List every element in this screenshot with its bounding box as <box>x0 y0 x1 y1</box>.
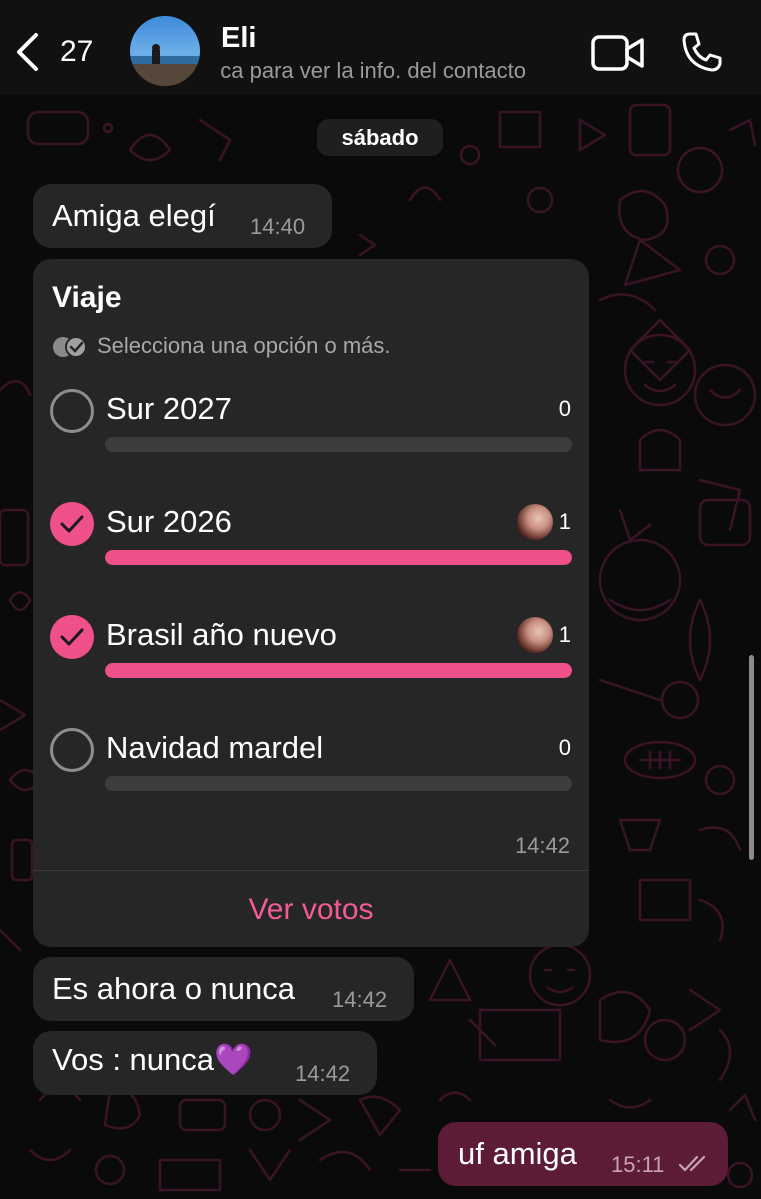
poll-option-radio-checked[interactable] <box>50 502 94 546</box>
poll-option-label: Sur 2026 <box>106 504 232 539</box>
avatar-photo <box>130 44 200 86</box>
poll-option-radio[interactable] <box>50 389 94 433</box>
message-text: uf amiga <box>458 1136 577 1171</box>
phone-icon <box>682 32 722 72</box>
message-text: Es ahora o nunca <box>52 971 296 1006</box>
outgoing-message[interactable]: uf amiga 15:11 <box>438 1122 728 1186</box>
checkmark-icon <box>60 628 84 646</box>
poll-message: Viaje Selecciona una opción o más. Sur 2… <box>33 259 589 947</box>
message-time: 14:42 <box>332 987 388 1012</box>
double-check-icon <box>678 1155 706 1172</box>
poll-hint: Selecciona una opción o más. <box>97 333 391 358</box>
poll-option[interactable]: Brasil año nuevo 1 <box>33 615 589 705</box>
voter-avatar <box>515 615 555 655</box>
voice-call-button[interactable] <box>680 30 724 74</box>
chat-screen: 27 Eli Toca para ver la info. del contac… <box>0 0 761 1199</box>
contact-subtitle[interactable]: Toca para ver la info. del contacto <box>221 58 526 84</box>
contact-name[interactable]: Eli <box>221 22 256 55</box>
poll-option-bar <box>105 437 572 452</box>
poll-option-label: Navidad mardel <box>106 730 324 765</box>
contact-avatar[interactable] <box>130 16 200 86</box>
poll-option-bar-fill <box>105 550 572 565</box>
message-time: 14:40 <box>250 214 306 239</box>
poll-option-label: Sur 2027 <box>106 391 232 426</box>
poll-option-count: 0 <box>558 735 571 760</box>
poll-option-count: 0 <box>558 396 571 421</box>
poll-option-label: Brasil año nuevo <box>106 617 337 652</box>
chevron-left-icon <box>17 33 38 71</box>
poll-option-radio-checked[interactable] <box>50 615 94 659</box>
message-time: 14:42 <box>295 1061 351 1086</box>
poll-option[interactable]: Sur 2027 0 <box>33 389 589 479</box>
poll-option[interactable]: Navidad mardel 0 <box>33 728 589 818</box>
message-text: Amiga elegí <box>52 198 216 233</box>
view-votes-button[interactable]: Ver votos <box>33 893 589 927</box>
poll-option-count: 1 <box>558 622 571 647</box>
incoming-message[interactable]: Es ahora o nunca 14:42 <box>33 957 414 1021</box>
poll-time: 14:42 <box>514 833 570 858</box>
checkmark-icon <box>60 515 84 533</box>
message-text: Vos : nunca💜 <box>52 1042 253 1077</box>
contact-subtitle-text: Toca para ver la info. del contacto <box>221 58 526 83</box>
date-separator: sábado <box>317 119 443 156</box>
video-call-button[interactable] <box>590 33 646 73</box>
message-time: 15:11 <box>611 1152 665 1177</box>
double-check-circle-icon <box>53 336 87 358</box>
incoming-message[interactable]: Vos : nunca💜 14:42 <box>33 1031 377 1095</box>
chat-header: 27 Eli Toca para ver la info. del contac… <box>0 0 761 95</box>
poll-option-bar <box>105 550 572 565</box>
poll-option-radio[interactable] <box>50 728 94 772</box>
poll-option-bar <box>105 776 572 791</box>
voter-avatar <box>515 502 555 542</box>
poll-title: Viaje <box>52 281 122 314</box>
unread-count: 27 <box>60 35 94 68</box>
back-button[interactable]: 27 <box>14 30 104 74</box>
video-camera-icon <box>591 35 644 71</box>
poll-option-bar <box>105 663 572 678</box>
scrollbar[interactable] <box>749 655 754 860</box>
poll-option[interactable]: Sur 2026 1 <box>33 502 589 592</box>
poll-divider <box>33 870 589 871</box>
poll-option-count: 1 <box>558 509 571 534</box>
poll-option-bar-fill <box>105 663 572 678</box>
incoming-message[interactable]: Amiga elegí 14:40 <box>33 184 332 248</box>
